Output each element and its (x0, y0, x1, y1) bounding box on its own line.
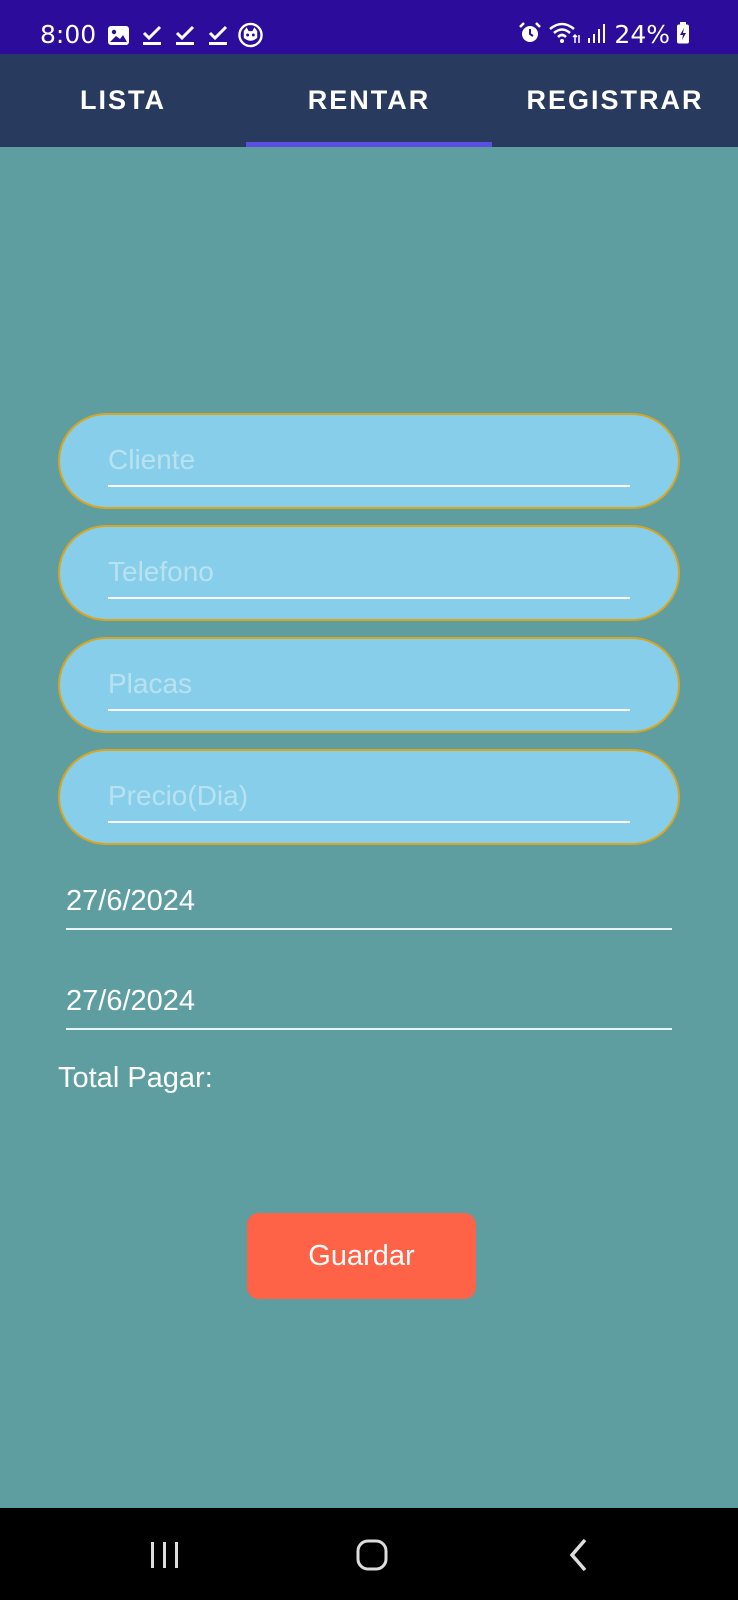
cat-icon (238, 22, 263, 48)
battery-percent: 24% (614, 20, 670, 49)
tab-rentar[interactable]: RENTAR (246, 54, 492, 147)
home-icon[interactable] (347, 1530, 397, 1580)
status-time: 8:00 (40, 20, 97, 49)
rent-screen: 8:00 24% LISTA RENTAR REGISTRAR Cliente … (0, 0, 738, 1600)
alarm-icon (518, 21, 542, 49)
placas-input[interactable] (108, 659, 630, 711)
signal-icon (586, 22, 608, 48)
end-date-field[interactable]: 27/6/2024 (66, 978, 672, 1030)
status-bar: 8:00 24% (0, 0, 738, 54)
telefono-field-container (58, 525, 680, 621)
tab-bar: LISTA RENTAR REGISTRAR (0, 54, 738, 147)
tab-lista[interactable]: LISTA (0, 54, 246, 147)
recent-apps-icon[interactable] (140, 1530, 190, 1580)
telefono-input[interactable] (108, 547, 630, 599)
system-status-icons: 24% (518, 20, 690, 50)
guardar-button[interactable]: Guardar (247, 1213, 476, 1299)
battery-icon (676, 21, 690, 49)
notification-icons (106, 20, 263, 50)
check-icon (205, 23, 230, 48)
placas-field-container (58, 637, 680, 733)
check-icon (139, 23, 164, 48)
wifi-icon (548, 21, 581, 49)
precio-dia-input[interactable] (108, 771, 630, 823)
start-date-field[interactable]: 27/6/2024 (66, 878, 672, 930)
image-icon (106, 23, 131, 48)
tab-registrar[interactable]: REGISTRAR (492, 54, 738, 147)
cliente-input[interactable] (108, 435, 630, 487)
navigation-bar (0, 1508, 738, 1600)
cliente-field-container (58, 413, 680, 509)
back-icon[interactable] (554, 1530, 604, 1580)
total-pagar-label: Total Pagar: (58, 1062, 213, 1094)
check-icon (172, 23, 197, 48)
precio-field-container (58, 749, 680, 845)
